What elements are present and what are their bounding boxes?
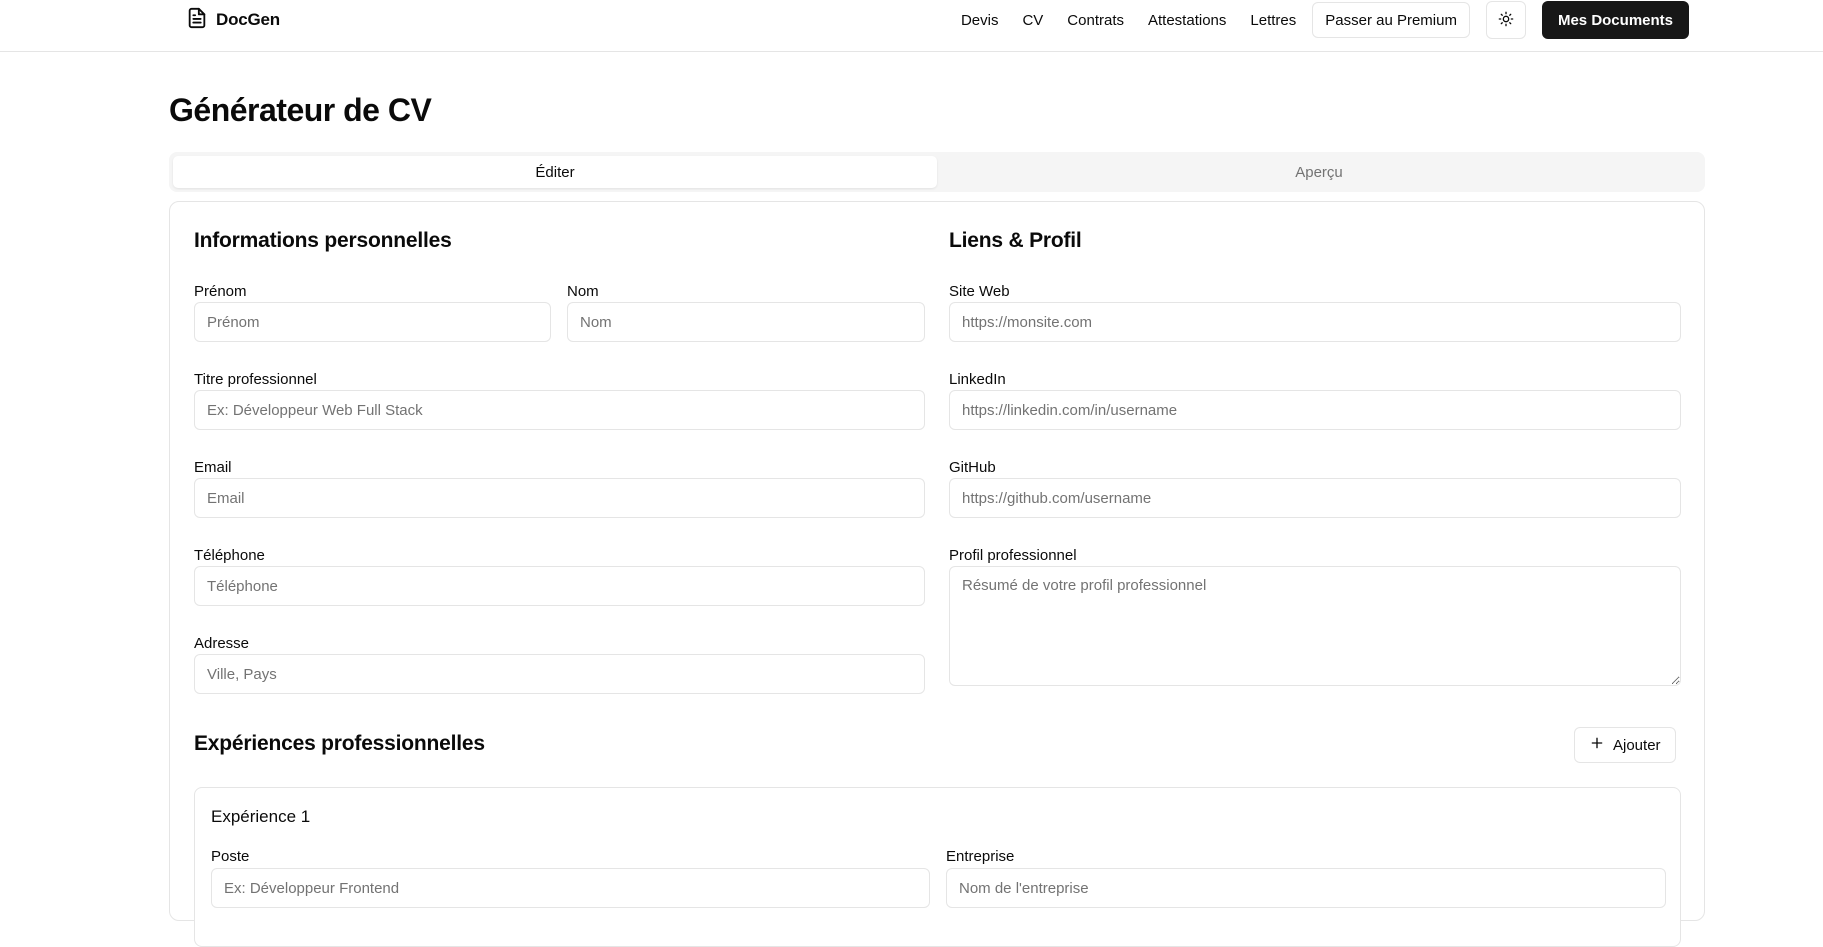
position-input[interactable] — [211, 868, 930, 908]
nav-link-devis[interactable]: Devis — [961, 12, 999, 29]
experience-item: Expérience 1 Poste Entreprise — [194, 787, 1681, 947]
nav-link-attestations[interactable]: Attestations — [1148, 12, 1226, 29]
page-title: Générateur de CV — [169, 92, 432, 128]
plus-icon — [1589, 735, 1605, 755]
nav-link-lettres[interactable]: Lettres — [1250, 12, 1296, 29]
brand-name: DocGen — [216, 10, 280, 29]
top-navigation-bar: DocGen Devis CV Contrats Attestations Le… — [0, 0, 1823, 52]
my-documents-button[interactable]: Mes Documents — [1541, 1, 1689, 39]
company-label: Entreprise — [946, 848, 1015, 865]
editor-tabs: Éditer Aperçu — [169, 152, 1705, 192]
position-label: Poste — [211, 848, 250, 865]
github-input[interactable] — [949, 478, 1681, 518]
address-label: Adresse — [194, 635, 250, 652]
file-text-icon — [186, 7, 208, 34]
linkedin-input[interactable] — [949, 390, 1681, 430]
premium-button[interactable]: Passer au Premium — [1312, 2, 1470, 38]
phone-input[interactable] — [194, 566, 925, 606]
phone-label: Téléphone — [194, 547, 265, 564]
tab-preview[interactable]: Aperçu — [937, 156, 1701, 188]
cv-form-card: Informations personnelles Prénom Nom Tit… — [169, 201, 1705, 947]
first-name-input[interactable] — [194, 302, 551, 342]
tab-edit[interactable]: Éditer — [173, 156, 937, 188]
theme-toggle-button[interactable] — [1485, 1, 1526, 39]
links-profile-title: Liens & Profil — [949, 229, 1082, 252]
personal-info-title: Informations personnelles — [194, 229, 452, 252]
job-title-input[interactable] — [194, 390, 925, 430]
profile-textarea[interactable] — [949, 566, 1681, 686]
brand-logo[interactable]: DocGen — [186, 0, 280, 40]
company-input[interactable] — [946, 868, 1666, 908]
last-name-input[interactable] — [567, 302, 925, 342]
website-label: Site Web — [949, 283, 1010, 300]
nav-link-cv[interactable]: CV — [1022, 12, 1043, 29]
email-label: Email — [194, 459, 232, 476]
add-experience-label: Ajouter — [1613, 736, 1661, 754]
experience-section-title: Expériences professionnelles — [194, 732, 485, 755]
first-name-label: Prénom — [194, 283, 247, 300]
add-experience-button[interactable]: Ajouter — [1574, 727, 1676, 763]
sun-icon — [1498, 11, 1514, 30]
email-input[interactable] — [194, 478, 925, 518]
website-input[interactable] — [949, 302, 1681, 342]
linkedin-label: LinkedIn — [949, 371, 1006, 388]
main-nav: Devis CV Contrats Attestations Lettres P… — [961, 0, 1689, 40]
nav-link-contrats[interactable]: Contrats — [1067, 12, 1124, 29]
job-title-label: Titre professionnel — [194, 371, 317, 388]
last-name-label: Nom — [567, 283, 599, 300]
experience-item-title: Expérience 1 — [211, 807, 311, 826]
address-input[interactable] — [194, 654, 925, 694]
profile-label: Profil professionnel — [949, 547, 1077, 564]
github-label: GitHub — [949, 459, 996, 476]
